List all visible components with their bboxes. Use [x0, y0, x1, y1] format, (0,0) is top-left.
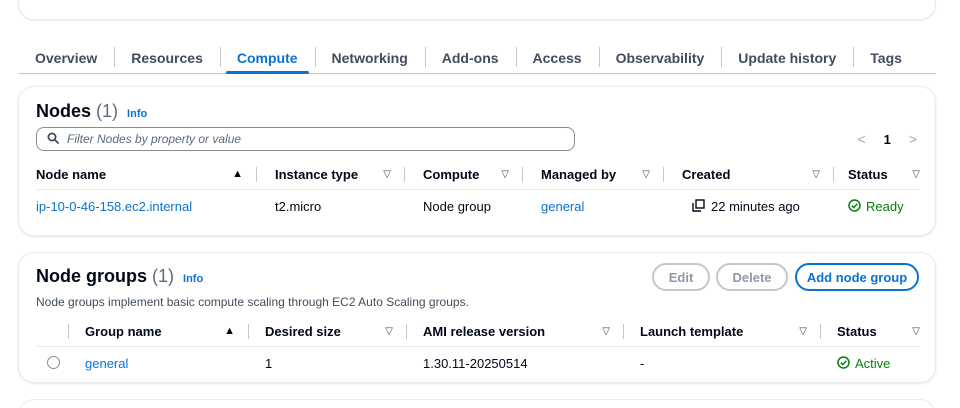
sort-ascending-icon[interactable]: ▲	[224, 325, 235, 337]
sort-descending-icon[interactable]: ▽	[385, 326, 393, 337]
ami-release-version-cell: 1.30.11-20250514	[423, 356, 528, 372]
node-groups-table: Group name ▲ Desired size ▽ AMI release ve…	[36, 316, 920, 381]
nodes-table: Node name ▲ Instance type ▽ Compute ▽ Manag…	[36, 159, 920, 224]
sort-descending-icon[interactable]: ▽	[602, 326, 610, 337]
nodes-info-link[interactable]: Info	[127, 108, 147, 120]
status-text: Ready	[866, 199, 904, 215]
copy-icon[interactable]	[692, 199, 705, 215]
nodes-count: (1)	[96, 101, 119, 121]
delete-button[interactable]: Delete	[716, 263, 788, 291]
nodes-pagination: < 1 >	[857, 131, 917, 147]
column-status[interactable]: Status ▽	[820, 316, 920, 347]
tab-compute[interactable]: Compute	[219, 42, 315, 74]
column-ami-release-version[interactable]: AMI release version ▽	[406, 316, 624, 347]
column-compute[interactable]: Compute ▽	[404, 159, 523, 190]
column-instance-type[interactable]: Instance type ▽	[256, 159, 405, 190]
group-name-link[interactable]: general	[85, 356, 128, 371]
table-row: general 1 1.30.11-20250514 - Active	[36, 347, 920, 381]
tab-bar: Overview Resources Compute Networking Ad…	[18, 42, 936, 74]
edit-button[interactable]: Edit	[652, 263, 710, 291]
status-badge: Active	[837, 356, 890, 372]
sort-descending-icon[interactable]: ▽	[912, 326, 920, 337]
column-node-name[interactable]: Node name ▲	[36, 159, 257, 190]
sort-descending-icon[interactable]: ▽	[642, 169, 650, 180]
node-groups-description: Node groups implement basic compute scal…	[36, 295, 469, 309]
node-groups-heading: Node groups (1) Info	[36, 266, 203, 287]
status-success-icon	[837, 356, 850, 372]
chevron-left-icon[interactable]: <	[857, 131, 865, 147]
search-icon	[47, 132, 59, 147]
chevron-right-icon[interactable]: >	[909, 131, 917, 147]
nodes-title: Nodes	[36, 101, 92, 121]
managed-by-link[interactable]: general	[541, 199, 584, 214]
tab-observability[interactable]: Observability	[598, 42, 722, 73]
column-launch-template[interactable]: Launch template ▽	[623, 316, 821, 347]
created-cell: 22 minutes ago	[692, 199, 800, 215]
node-groups-table-header: Group name ▲ Desired size ▽ AMI release ve…	[36, 316, 920, 347]
desired-size-cell: 1	[265, 356, 273, 372]
launch-template-cell: -	[640, 356, 645, 372]
sort-descending-icon[interactable]: ▽	[799, 326, 807, 337]
instance-type-cell: t2.micro	[275, 199, 322, 215]
page-number[interactable]: 1	[884, 132, 891, 147]
tab-networking[interactable]: Networking	[314, 42, 425, 73]
tab-overview[interactable]: Overview	[18, 42, 114, 73]
previous-card-edge	[18, 0, 936, 20]
nodes-table-header: Node name ▲ Instance type ▽ Compute ▽ Manag…	[36, 159, 920, 190]
column-managed-by[interactable]: Managed by ▽	[522, 159, 664, 190]
tab-resources[interactable]: Resources	[114, 42, 220, 73]
node-groups-count: (1)	[152, 266, 175, 286]
next-card-edge	[18, 399, 936, 408]
node-groups-title: Node groups	[36, 266, 147, 286]
nodes-filter-input[interactable]	[59, 132, 574, 146]
status-text: Active	[855, 356, 891, 372]
sort-descending-icon[interactable]: ▽	[812, 169, 820, 180]
status-badge: Ready	[848, 199, 904, 215]
radio-button-icon[interactable]	[47, 355, 60, 369]
column-group-name[interactable]: Group name ▲	[68, 316, 249, 347]
compute-cell: Node group	[423, 199, 491, 215]
sort-ascending-icon[interactable]: ▲	[232, 168, 243, 180]
tab-add-ons[interactable]: Add-ons	[424, 42, 516, 73]
nodes-card: Nodes (1) Info < 1 > Node name▲ Instance…	[18, 86, 936, 236]
nodes-filter[interactable]	[36, 127, 575, 151]
node-groups-info-link[interactable]: Info	[183, 273, 203, 285]
created-value: 22 minutes ago	[711, 199, 800, 215]
column-desired-size[interactable]: Desired size ▽	[248, 316, 407, 347]
column-status[interactable]: Status ▽	[833, 159, 920, 190]
nodes-heading: Nodes (1) Info	[36, 101, 147, 122]
node-name-link[interactable]: ip-10-0-46-158.ec2.internal	[36, 199, 192, 214]
sort-descending-icon[interactable]: ▽	[912, 169, 920, 180]
add-node-group-button[interactable]: Add node group	[795, 263, 919, 291]
tab-tags[interactable]: Tags	[853, 42, 919, 73]
sort-descending-icon[interactable]: ▽	[501, 169, 509, 180]
sort-descending-icon[interactable]: ▽	[383, 169, 391, 180]
table-row: ip-10-0-46-158.ec2.internal t2.micro Nod…	[36, 190, 920, 224]
tab-access[interactable]: Access	[515, 42, 599, 73]
status-success-icon	[848, 199, 861, 215]
node-groups-card: Node groups (1) Info Node groups impleme…	[18, 252, 936, 383]
tab-update-history[interactable]: Update history	[721, 42, 853, 73]
column-created[interactable]: Created ▽	[663, 159, 834, 190]
